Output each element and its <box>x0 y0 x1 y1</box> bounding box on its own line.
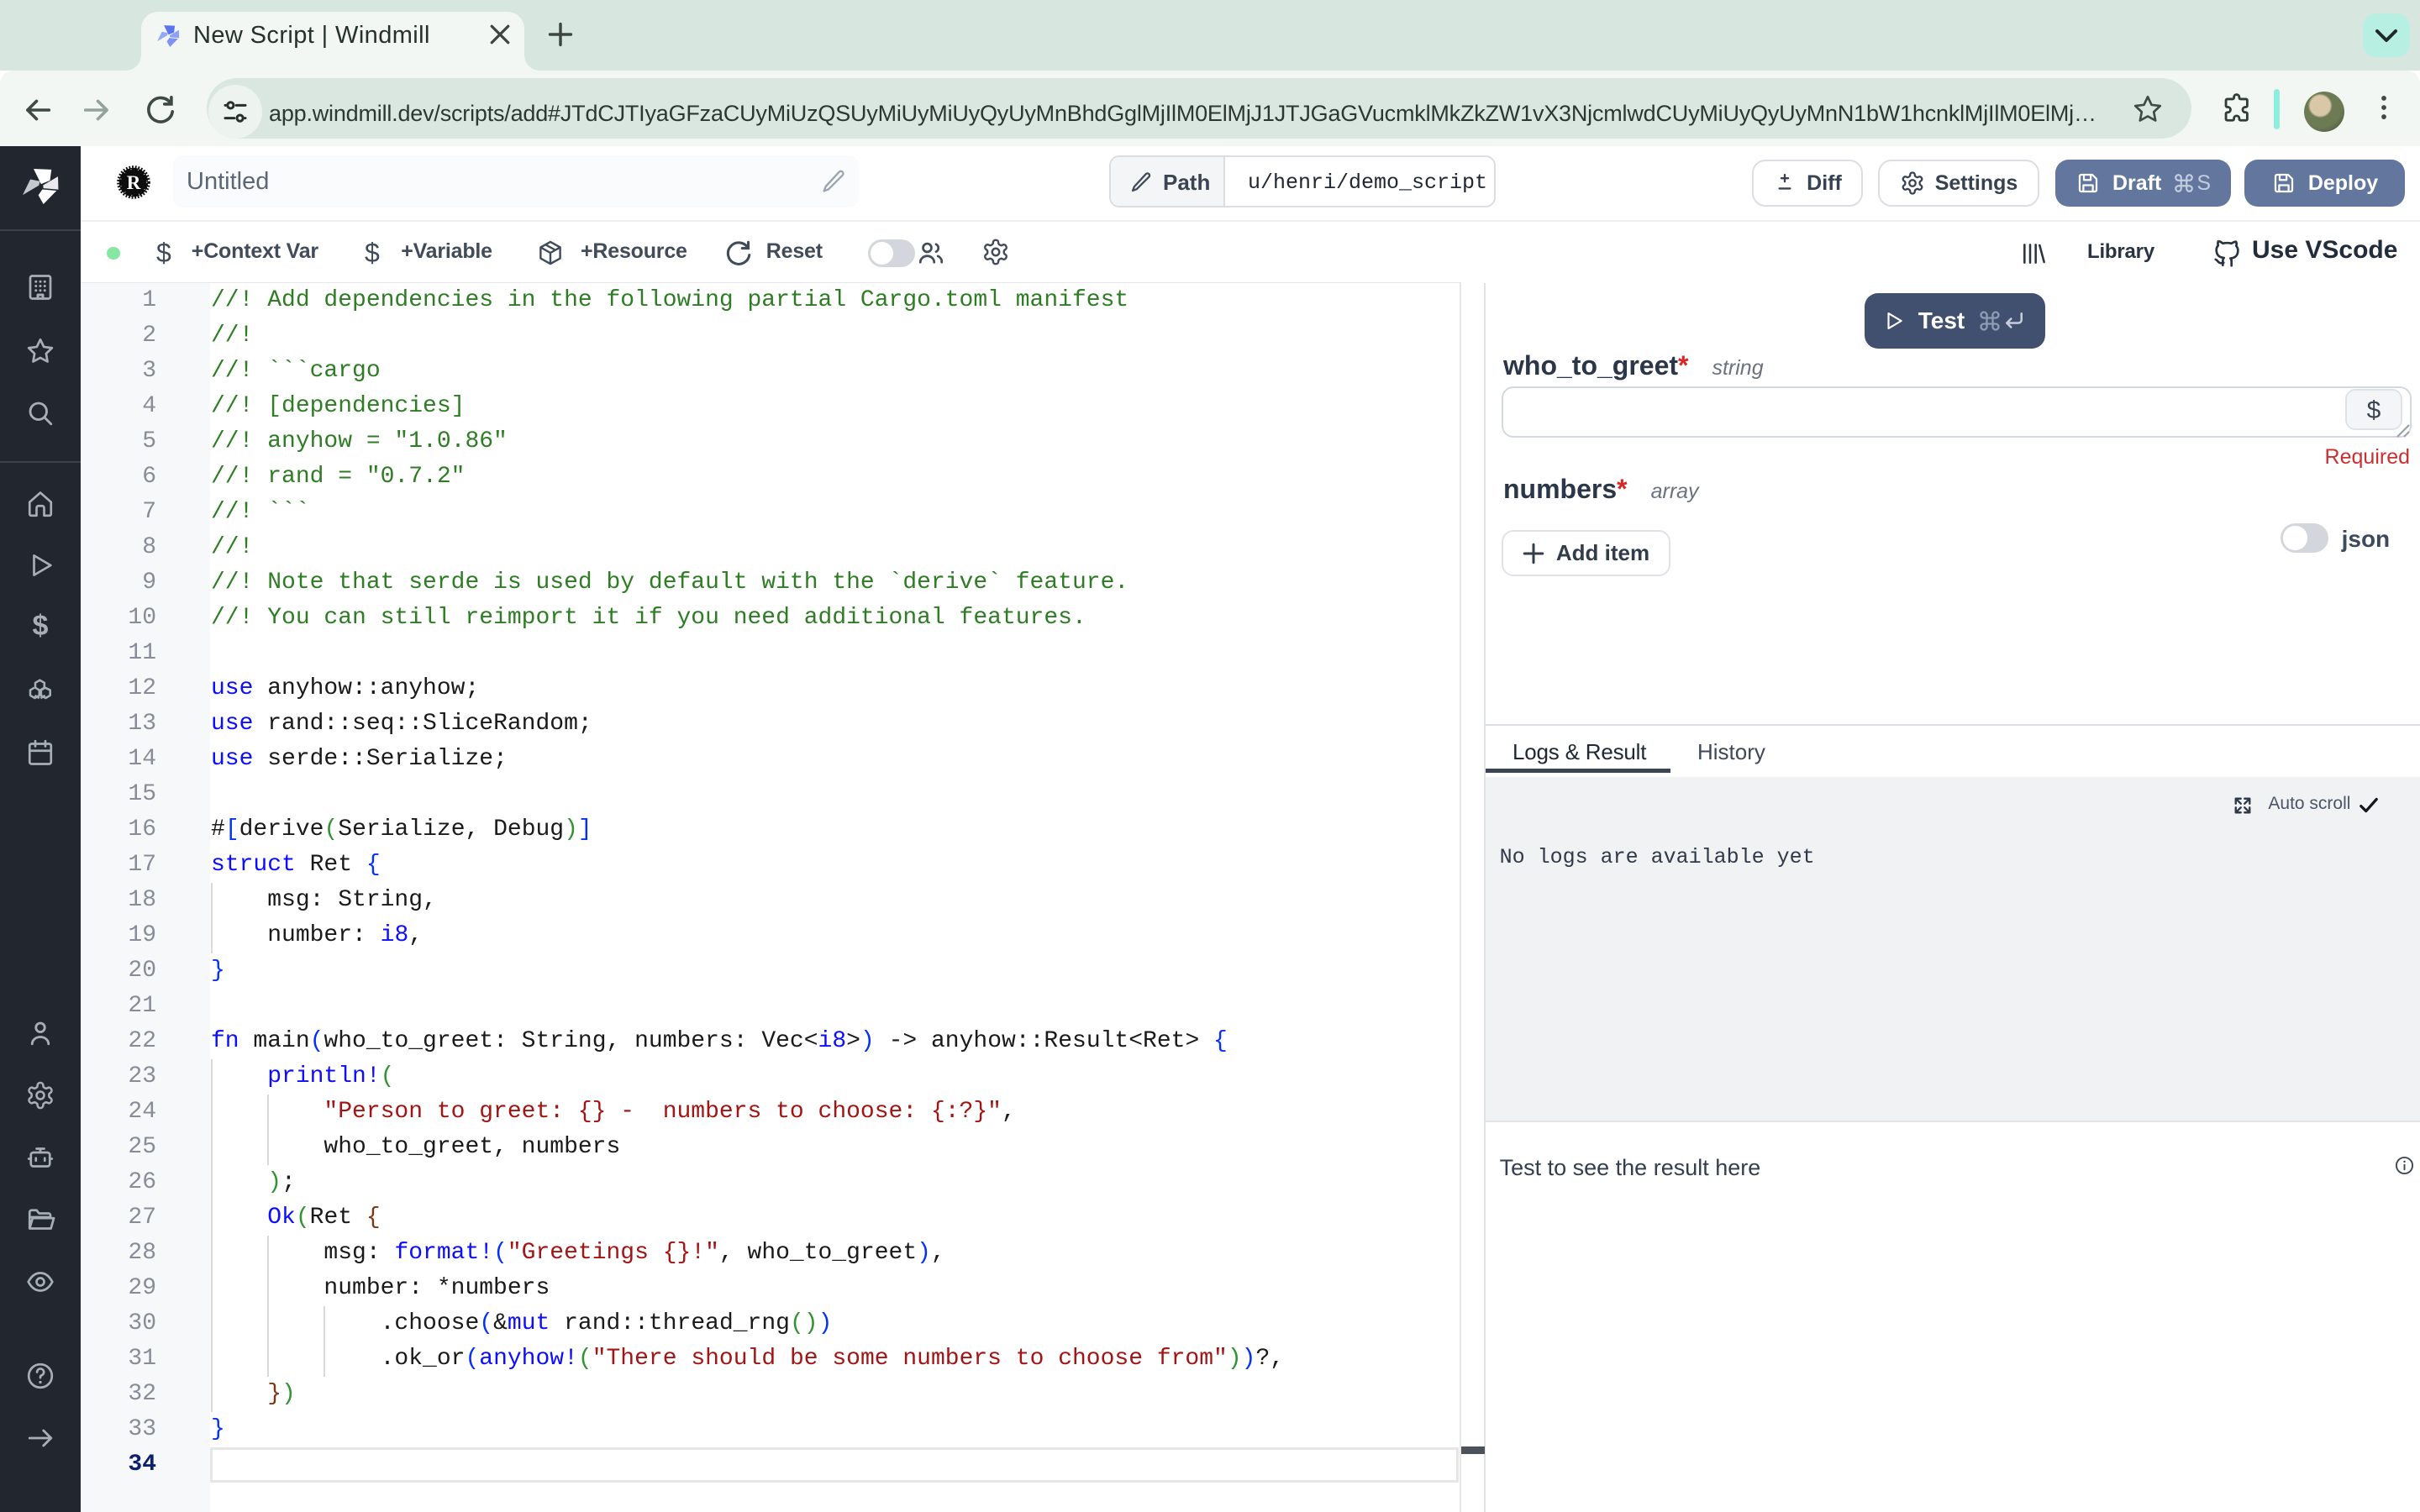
svg-text:R: R <box>127 172 141 193</box>
